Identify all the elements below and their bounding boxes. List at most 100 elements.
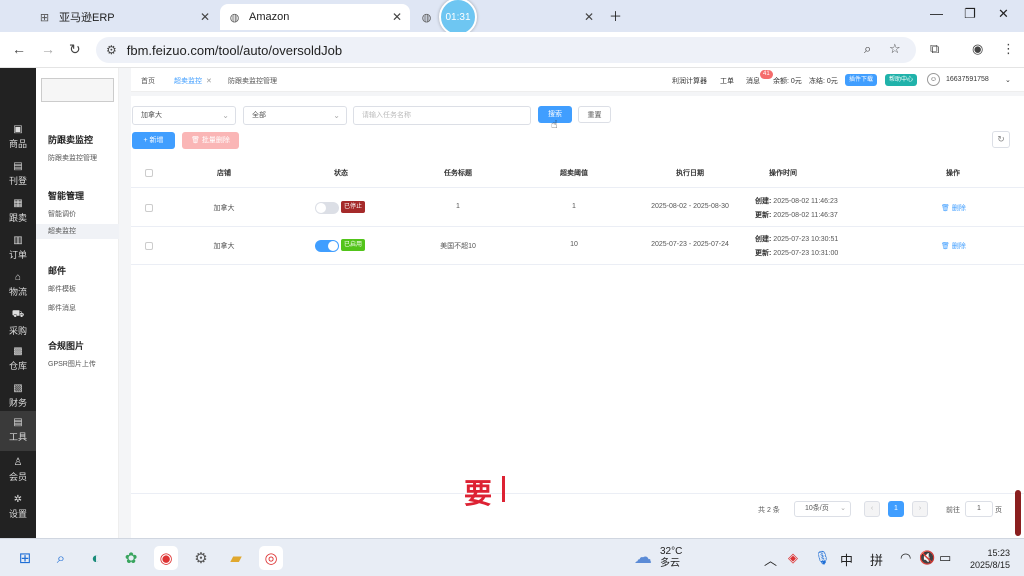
status-toggle[interactable] (315, 202, 339, 214)
back-icon[interactable]: ← (12, 41, 26, 57)
goto-page-input[interactable]: 1 (965, 501, 993, 517)
weather-widget[interactable]: 32°C 多云 (660, 546, 682, 570)
search-icon[interactable]: ⌕ (49, 546, 73, 570)
status-toggle[interactable] (315, 240, 339, 252)
page-scrollbar[interactable] (1015, 490, 1021, 536)
ime-lang-indicator[interactable]: 中 (840, 550, 853, 569)
avatar-icon[interactable]: ☺ (927, 73, 940, 86)
cart-icon: ⛟ (11, 309, 25, 320)
nav-item-orders[interactable]: ▥ 订单 (0, 231, 36, 267)
row-checkbox[interactable] (145, 204, 153, 212)
microphone-icon[interactable]: 🎙 (814, 550, 831, 566)
minimize-icon[interactable]: — (930, 6, 943, 21)
nav-item-settings[interactable]: ✲ 设置 (0, 490, 36, 526)
reload-icon[interactable]: ↻ (69, 41, 81, 58)
close-crumb-icon[interactable]: ✕ (206, 78, 212, 85)
site-settings-icon[interactable]: ⚙ (106, 43, 117, 57)
plugin-download-button[interactable]: 插件下载 (845, 74, 878, 86)
add-button[interactable]: + 新增 (132, 132, 175, 149)
select-all-checkbox[interactable] (145, 169, 153, 177)
nav-item-member[interactable]: ♙ 会员 (0, 453, 36, 489)
chevron-down-icon[interactable]: ⌄ (1005, 76, 1011, 84)
main-nav: ▣ 商品 ▤ 刊登 ▦ 跟卖 ▥ 订单 ⌂ 物流 ⛟ 采购 ▩ 仓库 ▧ 财务 ▤ 工具 ♙ 会员 … (0, 68, 36, 538)
user-phone[interactable]: 16637591758 (946, 76, 989, 83)
speaker-muted-icon[interactable]: 🔇 (919, 550, 935, 566)
bookmark-star-icon[interactable]: ☆ (889, 41, 901, 57)
crumb-oversold[interactable]: 超卖监控 ✕ (174, 76, 212, 86)
page-1-button[interactable]: 1 (888, 501, 904, 517)
address-bar[interactable]: ⚙ fbm.feizuo.com/tool/auto/oversoldJob (96, 37, 916, 63)
submenu-item-anti-follow[interactable]: 防跟卖监控管理 (48, 153, 97, 163)
prev-page-button[interactable]: ‹ (864, 501, 880, 517)
chrome-icon[interactable]: ◉ (154, 546, 178, 570)
col-action: 操作 (946, 170, 960, 177)
close-tab-icon[interactable]: ✕ (392, 10, 402, 24)
menu-kebab-icon[interactable]: ⋮ (1002, 41, 1015, 57)
nav-item-publish[interactable]: ▤ 刊登 (0, 157, 36, 193)
nav-item-finance[interactable]: ▧ 财务 (0, 379, 36, 415)
recorder-app-icon[interactable]: ◎ (259, 546, 283, 570)
submenu-item-smart-price[interactable]: 智能调价 (48, 209, 76, 219)
settings-gear-icon[interactable]: ⚙ (189, 546, 213, 570)
zoom-icon[interactable]: ⌕ (864, 41, 871, 57)
row-checkbox[interactable] (145, 242, 153, 250)
nav-item-goods[interactable]: ▣ 商品 (0, 120, 36, 156)
delete-label: 删除 (951, 243, 966, 250)
system-clock[interactable]: 15:23 2025/8/15 (962, 547, 1010, 571)
battery-icon[interactable]: ▭ (939, 550, 951, 566)
page-size-select[interactable]: 10条/页 ⌄ (794, 501, 851, 517)
delete-link[interactable]: 🗑 删除 (941, 241, 966, 251)
close-tab-icon[interactable]: ✕ (200, 10, 210, 24)
submenu-item-mail-template[interactable]: 邮件模板 (48, 284, 76, 294)
close-window-icon[interactable]: ✕ (998, 6, 1009, 22)
col-optime: 操作时间 (769, 170, 797, 177)
extensions-icon[interactable]: ⧉ (930, 41, 939, 57)
ime-mode-indicator[interactable]: 拼 (870, 550, 883, 569)
nav-item-warehouse[interactable]: ▩ 仓库 (0, 342, 36, 378)
ticket-link[interactable]: 工单 (720, 76, 734, 86)
nav-item-logistics[interactable]: ⌂ 物流 (0, 268, 36, 304)
tray-expand-icon[interactable]: ︿ (764, 550, 777, 569)
warehouse-icon: ▩ (13, 346, 23, 357)
message-link[interactable]: 消息 (746, 76, 760, 86)
browser-tab-amazon[interactable]: ◍ Amazon ✕ (220, 4, 410, 30)
nav-item-tools[interactable]: ▤ 工具 (0, 411, 36, 451)
app-flower-icon[interactable]: ✿ (119, 546, 143, 570)
reset-button[interactable]: 重置 (578, 106, 611, 123)
file-explorer-icon[interactable]: ▰ (224, 546, 248, 570)
updated-time: 2025-07-23 10:31:00 (773, 250, 839, 257)
browser-tab-erp[interactable]: ⊞ 亚马逊ERP ✕ (30, 4, 218, 30)
created-label: 创建: (755, 236, 772, 243)
new-tab-icon[interactable]: ＋ (609, 6, 622, 25)
wifi-icon[interactable]: ◠ (900, 550, 911, 566)
windows-start-icon[interactable]: ⊞ (13, 546, 37, 570)
submenu-item-gpsr[interactable]: GPSR图片上传 (48, 359, 96, 369)
input-placeholder: 请输入任务名称 (362, 112, 411, 119)
gear-icon: ✲ (13, 494, 23, 505)
edge-browser-icon[interactable]: ◐ (84, 546, 108, 570)
status-select[interactable]: 全部 ⌄ (243, 106, 347, 125)
refresh-button[interactable]: ↻ (992, 131, 1010, 148)
erp-favicon-icon: ⊞ (39, 11, 50, 24)
nav-item-follow[interactable]: ▦ 跟卖 (0, 194, 36, 230)
forward-icon[interactable]: → (41, 41, 55, 57)
cell-title: 1 (456, 203, 460, 210)
table-header: 店铺 状态 任务标题 超卖阈值 执行日期 操作时间 操作 (131, 158, 1024, 188)
profile-icon[interactable]: ◉ (972, 41, 983, 57)
submenu-item-oversold[interactable]: 超卖监控 (36, 224, 119, 239)
delete-link[interactable]: 🗑 删除 (941, 203, 966, 213)
country-select[interactable]: 加拿大 ⌄ (132, 106, 236, 125)
task-name-input[interactable]: 请输入任务名称 (353, 106, 531, 125)
crumb-home[interactable]: 首页 (141, 76, 155, 86)
submenu-item-mail-message[interactable]: 邮件消息 (48, 303, 76, 313)
next-page-button[interactable]: › (912, 501, 928, 517)
nav-item-purchase[interactable]: ⛟ 采购 (0, 305, 36, 341)
profit-calculator-link[interactable]: 利润计算器 (672, 76, 707, 86)
crumb-anti-follow[interactable]: 防跟卖监控管理 (228, 76, 277, 86)
tray-app-icon[interactable]: ◈ (788, 550, 798, 566)
status-badge: 已启用 (341, 239, 366, 251)
restore-icon[interactable]: ❐ (964, 6, 976, 22)
close-tab-icon[interactable]: ✕ (584, 10, 594, 24)
batch-delete-button[interactable]: 🗑 批量删除 (182, 132, 239, 149)
help-center-button[interactable]: 帮助中心 (885, 74, 918, 86)
